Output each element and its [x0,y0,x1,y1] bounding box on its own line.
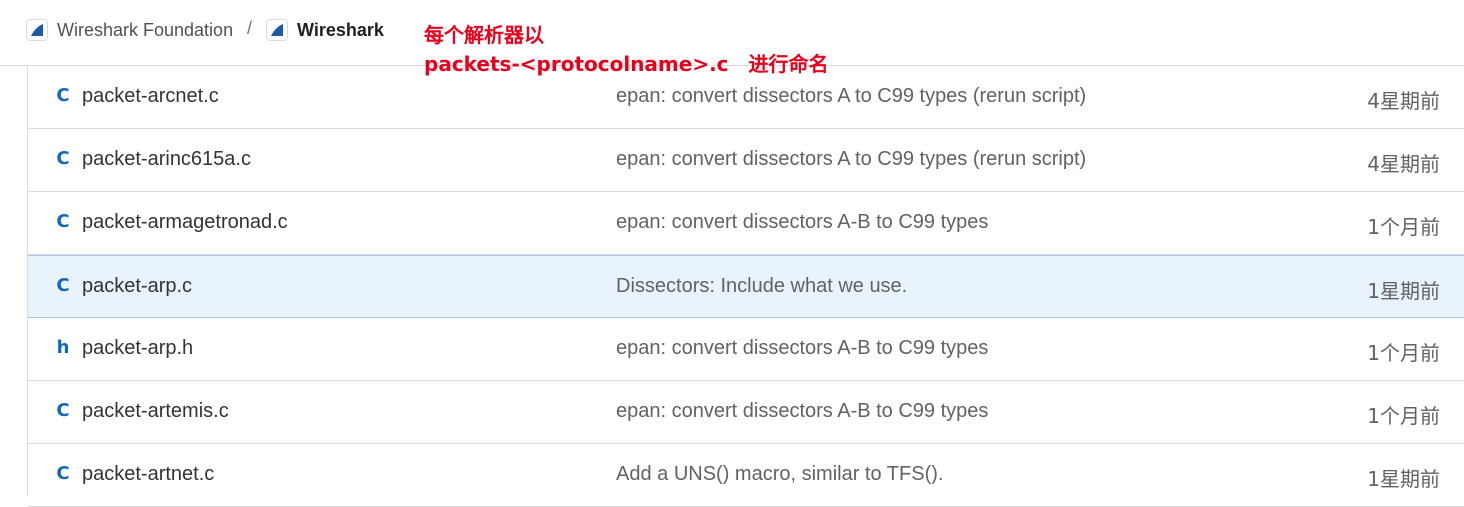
file-name-link[interactable]: packet-arp.h [82,337,193,360]
file-name-link[interactable]: packet-arp.c [82,275,192,298]
table-row[interactable]: Cpacket-armagetronad.c epan: convert diss… [28,192,1464,255]
c-file-icon: C [56,148,70,169]
last-update-time: 1星期前 [1367,279,1440,303]
c-file-icon: C [56,400,70,421]
commit-message-link[interactable]: epan: convert dissectors A-B to C99 type… [616,400,988,423]
commit-message-link[interactable]: epan: convert dissectors A-B to C99 type… [616,211,988,234]
c-file-icon: C [56,211,70,232]
c-file-icon: C [56,275,70,296]
file-name-link[interactable]: packet-arinc615a.c [82,148,251,171]
last-update-time: 1个月前 [1367,215,1440,239]
breadcrumb-separator: / [247,18,253,38]
breadcrumb-project-label: Wireshark [297,19,384,40]
last-update-time: 1个月前 [1367,404,1440,428]
commit-message-link[interactable]: epan: convert dissectors A to C99 types … [616,148,1086,171]
shark-fin-icon [266,19,288,41]
table-row[interactable]: Cpacket-arp.c Dissectors: Include what we… [28,255,1464,318]
commit-message-link[interactable]: epan: convert dissectors A to C99 types … [616,85,1086,108]
table-row[interactable]: Cpacket-arinc615a.c epan: convert dissect… [28,129,1464,192]
commit-message-link[interactable]: Add a UNS() macro, similar to TFS(). [616,463,943,486]
file-name-link[interactable]: packet-armagetronad.c [82,211,288,234]
last-update-time: 1个月前 [1367,341,1440,365]
annotation-line-1: 每个解析器以 [424,23,544,47]
c-file-icon: C [56,463,70,484]
last-update-time: 4星期前 [1367,89,1440,113]
breadcrumb-project-link[interactable]: Wireshark [266,18,384,42]
shark-fin-icon [26,19,48,41]
table-row[interactable]: Cpacket-artemis.c epan: convert dissector… [28,381,1464,444]
file-name-link[interactable]: packet-artemis.c [82,400,229,423]
last-update-time: 1星期前 [1367,467,1440,491]
commit-message-link[interactable]: Dissectors: Include what we use. [616,275,907,298]
commit-message-link[interactable]: epan: convert dissectors A-B to C99 type… [616,337,988,360]
file-name-link[interactable]: packet-arcnet.c [82,85,219,108]
table-row[interactable]: Cpacket-artnet.c Add a UNS() macro, simil… [28,444,1464,507]
table-row[interactable]: h packet-arp.h epan: convert dissectors A-… [28,318,1464,381]
breadcrumb-group-link[interactable]: Wireshark Foundation [26,18,233,42]
last-update-time: 4星期前 [1367,152,1440,176]
file-list: Cpacket-arcnet.c epan: convert dissectors… [27,66,1464,507]
table-row[interactable]: Cpacket-arcnet.c epan: convert dissectors… [28,66,1464,129]
breadcrumb-group-label: Wireshark Foundation [57,19,234,40]
file-name-link[interactable]: packet-artnet.c [82,463,214,486]
c-file-icon: C [56,85,70,106]
h-file-icon: h [56,337,70,358]
